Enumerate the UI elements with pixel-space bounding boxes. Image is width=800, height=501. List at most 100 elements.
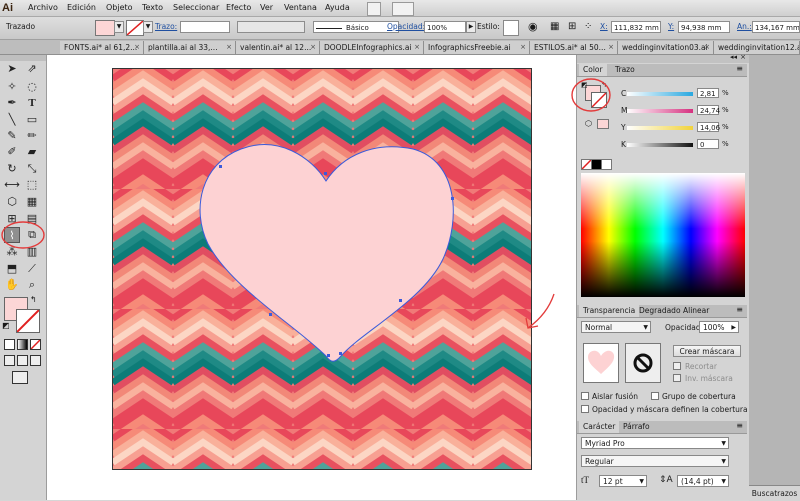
menu-ventana[interactable]: Ventana [284, 0, 317, 16]
object-thumbnail[interactable] [583, 343, 619, 383]
stroke-color-box[interactable] [16, 309, 40, 333]
stroke-label[interactable]: Trazo: [155, 22, 177, 32]
close-icon[interactable]: × [134, 41, 140, 54]
variable-width-field[interactable] [237, 21, 305, 33]
width-field[interactable]: 134,167 mm [752, 21, 800, 33]
x-field[interactable]: 111,832 mm [611, 21, 661, 33]
menu-archivo[interactable]: Archivo [28, 0, 58, 16]
color-spectrum[interactable] [581, 173, 745, 297]
menu-edicion[interactable]: Edición [67, 0, 96, 16]
cyan-slider[interactable] [627, 92, 693, 96]
opacity-label[interactable]: Opacidad: [387, 22, 425, 32]
menu-efecto[interactable]: Efecto [226, 0, 251, 16]
isolate-blending-checkbox[interactable] [581, 392, 589, 400]
line-tool-icon[interactable]: ╲ [4, 112, 20, 128]
graphic-style-swatch[interactable] [503, 20, 519, 36]
tab-document[interactable]: plantilla.ai al 33,... × [144, 41, 236, 54]
rotate-tool-icon[interactable]: ↻ [4, 161, 20, 177]
selection-tool-icon[interactable]: ➤ [4, 61, 20, 77]
gradient-mode-icon[interactable] [17, 339, 28, 350]
shape-builder-tool-icon[interactable]: ⬡ [4, 194, 20, 210]
default-colors-icon[interactable]: ◩ [2, 321, 10, 330]
paintbrush-tool-icon[interactable]: ✎ [4, 128, 20, 144]
black-slider[interactable] [627, 143, 693, 147]
gamut-swatch[interactable] [597, 119, 609, 129]
draw-behind-icon[interactable] [17, 355, 28, 366]
yellow-value[interactable]: 14,06 [697, 122, 720, 132]
menu-seleccionar[interactable]: Seleccionar [173, 0, 219, 16]
magenta-slider[interactable] [627, 109, 693, 113]
yellow-slider[interactable] [627, 126, 693, 130]
tab-align[interactable]: Alinear [679, 305, 713, 317]
leading-field[interactable]: (14,4 pt) ▼ [677, 475, 729, 487]
transform-icon[interactable]: ⊞ [568, 21, 580, 33]
panel-menu-icon[interactable]: ≡ [736, 64, 743, 73]
arrange-documents-button[interactable] [392, 2, 414, 16]
tab-transparency[interactable]: Transparencia [579, 305, 640, 317]
tab-document[interactable]: InfographicsFreebie.ai × [424, 41, 530, 54]
tab-document[interactable]: ESTILOS.ai* al 50... × [530, 41, 618, 54]
pen-tool-icon[interactable]: ✒ [4, 95, 20, 111]
fill-dropdown[interactable]: ▼ [114, 21, 124, 33]
width-tool-icon[interactable]: ⟷ [4, 177, 20, 193]
collapse-icon[interactable]: ◂◂ [730, 53, 737, 61]
blend-mode-dropdown[interactable]: Normal ▼ [581, 321, 651, 333]
menu-texto[interactable]: Texto [142, 0, 163, 16]
hand-tool-icon[interactable]: ✋ [4, 277, 20, 293]
tab-document[interactable]: weddinginvitation03.ai × [618, 41, 714, 54]
panel-header[interactable]: ◂◂ × [577, 53, 749, 63]
eraser-tool-icon[interactable]: ▰ [24, 144, 40, 160]
cyan-value[interactable]: 2,81 [697, 88, 719, 98]
menu-objeto[interactable]: Objeto [106, 0, 133, 16]
tab-gradient[interactable]: Degradado [635, 305, 685, 317]
clip-checkbox[interactable] [673, 362, 681, 370]
close-icon[interactable]: × [310, 41, 316, 54]
zoom-tool-icon[interactable]: ⌕ [24, 277, 40, 293]
lasso-tool-icon[interactable]: ◌ [24, 79, 40, 95]
screen-mode-icon[interactable] [12, 371, 28, 384]
mask-thumbnail[interactable] [625, 343, 661, 383]
perspective-grid-tool-icon[interactable]: ▦ [24, 194, 40, 210]
type-tool-icon[interactable]: T [24, 95, 40, 111]
magenta-value[interactable]: 24,74 [697, 105, 720, 115]
artboard-tool-icon[interactable]: ⬒ [4, 261, 20, 277]
color-mode-icon[interactable] [4, 339, 15, 350]
blob-brush-tool-icon[interactable]: ✐ [4, 144, 20, 160]
font-style-dropdown[interactable]: Regular ▼ [581, 455, 729, 467]
opacity-field[interactable]: 100% [424, 21, 466, 33]
knockout-group-checkbox[interactable] [651, 392, 659, 400]
scale-tool-icon[interactable]: ⤡ [24, 161, 40, 177]
tab-character[interactable]: Carácter [579, 421, 620, 433]
close-icon[interactable]: × [704, 41, 710, 54]
draw-inside-icon[interactable] [30, 355, 41, 366]
draw-normal-icon[interactable] [4, 355, 15, 366]
recolor-icon[interactable]: ◉ [528, 21, 540, 33]
reference-point-icon[interactable]: ⁘ [584, 21, 596, 33]
magic-wand-tool-icon[interactable]: ✧ [4, 79, 20, 95]
tab-document[interactable]: FONTS.ai* al 61,2... × [60, 41, 144, 54]
stroke-weight-field[interactable] [180, 21, 230, 33]
fill-swatch[interactable] [95, 20, 115, 36]
tab-paragraph[interactable]: Párrafo [619, 421, 654, 433]
close-icon[interactable]: × [226, 41, 232, 54]
pencil-tool-icon[interactable]: ✏ [24, 128, 40, 144]
black-value[interactable]: 0 [697, 139, 719, 149]
opacity-field[interactable]: 100% ▶ [699, 321, 739, 333]
close-icon[interactable]: × [608, 41, 614, 54]
close-icon[interactable]: × [414, 41, 420, 54]
white-swatch[interactable] [601, 159, 612, 170]
slice-tool-icon[interactable]: ⟋ [24, 261, 40, 277]
free-transform-tool-icon[interactable]: ⬚ [24, 177, 40, 193]
tab-document[interactable]: valentin.ai* al 12... × [236, 41, 320, 54]
align-icon[interactable]: ▦ [550, 21, 562, 33]
stroke-swatch[interactable] [126, 20, 144, 36]
pathfinder-panel-tab[interactable]: Buscatrazos [749, 485, 800, 501]
out-of-gamut-icon[interactable]: ⬡ [585, 119, 592, 128]
direct-selection-tool-icon[interactable]: ⇗ [24, 61, 40, 77]
menu-ayuda[interactable]: Ayuda [325, 0, 350, 16]
close-icon[interactable]: × [740, 53, 746, 61]
font-size-field[interactable]: 12 pt ▼ [599, 475, 647, 487]
opacity-dropdown[interactable]: ▶ [466, 21, 476, 33]
make-mask-button[interactable]: Crear máscara [673, 345, 741, 357]
bridge-button[interactable] [367, 2, 381, 16]
